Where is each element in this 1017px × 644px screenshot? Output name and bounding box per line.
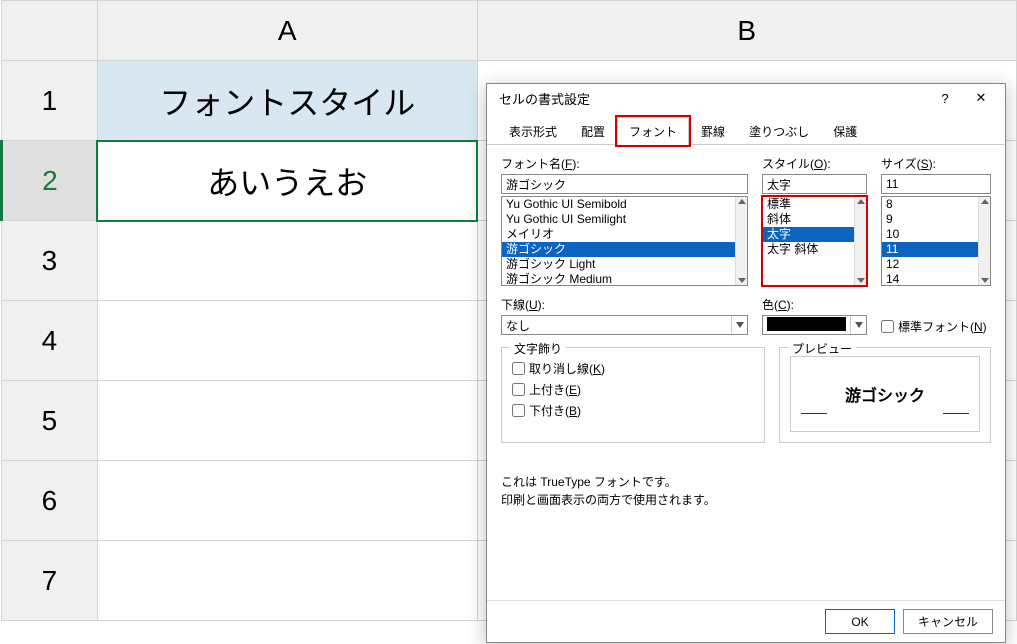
list-item[interactable]: 8: [882, 197, 990, 212]
list-item[interactable]: 9: [882, 212, 990, 227]
preview-group: プレビュー 游ゴシック: [779, 347, 991, 443]
cell-a2[interactable]: あいうえお: [97, 141, 477, 221]
tab-alignment[interactable]: 配置: [569, 117, 617, 145]
tab-protection[interactable]: 保護: [821, 117, 869, 145]
list-item[interactable]: Yu Gothic UI Semilight: [502, 212, 747, 227]
ok-button[interactable]: OK: [825, 609, 895, 634]
help-icon[interactable]: ?: [927, 91, 963, 106]
row-header-4[interactable]: 4: [2, 301, 98, 381]
font-size-label: サイズ(S):: [881, 155, 991, 172]
dialog-titlebar[interactable]: セルの書式設定 ? ✕: [487, 84, 1005, 112]
cell-a5[interactable]: [97, 381, 477, 461]
font-style-input[interactable]: [762, 174, 867, 194]
select-all-corner[interactable]: [2, 1, 98, 61]
dialog-buttons: OK キャンセル: [487, 600, 1005, 642]
hint-line-1: これは TrueType フォントです。: [501, 473, 991, 491]
format-cells-dialog: セルの書式設定 ? ✕ 表示形式 配置 フォント 罫線 塗りつぶし 保護 フォン…: [486, 83, 1006, 643]
list-item[interactable]: 11: [882, 242, 990, 257]
superscript-input[interactable]: [512, 383, 525, 396]
normal-font-checkbox[interactable]: 標準フォント(N): [881, 318, 987, 335]
list-item[interactable]: メイリオ: [502, 227, 747, 242]
font-style-label: スタイル(O):: [762, 155, 867, 172]
list-item[interactable]: 12: [882, 257, 990, 272]
cell-a3[interactable]: [97, 221, 477, 301]
cell-a1[interactable]: フォントスタイル: [97, 61, 477, 141]
col-header-b[interactable]: B: [477, 1, 1016, 61]
tab-fill[interactable]: 塗りつぶし: [737, 117, 821, 145]
subscript-checkbox[interactable]: 下付き(B): [512, 402, 754, 419]
row-header-1[interactable]: 1: [2, 61, 98, 141]
font-name-list[interactable]: Yu Gothic UI Semibold Yu Gothic UI Semil…: [501, 196, 748, 286]
chevron-down-icon[interactable]: [850, 316, 866, 334]
row-header-7[interactable]: 7: [2, 541, 98, 621]
list-item[interactable]: 太字 斜体: [763, 242, 866, 257]
cell-a4[interactable]: [97, 301, 477, 381]
scrollbar[interactable]: [735, 197, 747, 285]
normal-font-input[interactable]: [881, 320, 894, 333]
tab-font[interactable]: フォント: [617, 117, 689, 145]
font-name-label: フォント名(F):: [501, 155, 748, 172]
font-size-input[interactable]: [881, 174, 991, 194]
strikethrough-label: 取り消し線(K): [529, 360, 605, 377]
underline-value: なし: [502, 317, 731, 334]
color-label: 色(C):: [762, 296, 867, 313]
list-item[interactable]: 游ゴシック: [502, 242, 747, 257]
strikethrough-checkbox[interactable]: 取り消し線(K): [512, 360, 754, 377]
underline-label: 下線(U):: [501, 296, 748, 313]
list-item[interactable]: 游ゴシック Light: [502, 257, 747, 272]
decoration-group: 文字飾り 取り消し線(K) 上付き(E) 下付き(B): [501, 347, 765, 443]
cell-a6[interactable]: [97, 461, 477, 541]
preview-sample: 游ゴシック: [845, 382, 925, 406]
superscript-checkbox[interactable]: 上付き(E): [512, 381, 754, 398]
list-item[interactable]: 斜体: [763, 212, 866, 227]
strikethrough-input[interactable]: [512, 362, 525, 375]
col-header-a[interactable]: A: [97, 1, 477, 61]
chevron-down-icon[interactable]: [731, 316, 747, 334]
font-size-list[interactable]: 8 9 10 11 12 14: [881, 196, 991, 286]
list-item[interactable]: 游ゴシック Medium: [502, 272, 747, 286]
font-style-list[interactable]: 標準 斜体 太字 太字 斜体: [762, 196, 867, 286]
preview-title: プレビュー: [788, 340, 856, 357]
list-item[interactable]: Yu Gothic UI Semibold: [502, 197, 747, 212]
normal-font-label: 標準フォント(N): [898, 318, 987, 335]
tab-number[interactable]: 表示形式: [497, 117, 569, 145]
underline-combo[interactable]: なし: [501, 315, 748, 335]
preview-box: 游ゴシック: [790, 356, 980, 432]
scrollbar[interactable]: [978, 197, 990, 285]
color-swatch: [767, 317, 846, 331]
subscript-input[interactable]: [512, 404, 525, 417]
list-item[interactable]: 太字: [763, 227, 866, 242]
scrollbar[interactable]: [854, 197, 866, 285]
row-header-6[interactable]: 6: [2, 461, 98, 541]
row-header-3[interactable]: 3: [2, 221, 98, 301]
subscript-label: 下付き(B): [529, 402, 581, 419]
tab-border[interactable]: 罫線: [689, 117, 737, 145]
superscript-label: 上付き(E): [529, 381, 581, 398]
list-item[interactable]: 10: [882, 227, 990, 242]
dialog-title: セルの書式設定: [499, 89, 590, 108]
decoration-title: 文字飾り: [510, 340, 566, 357]
close-icon[interactable]: ✕: [963, 90, 999, 106]
font-name-input[interactable]: [501, 174, 748, 194]
hint-line-2: 印刷と画面表示の両方で使用されます。: [501, 491, 991, 509]
cell-a7[interactable]: [97, 541, 477, 621]
dialog-tabs: 表示形式 配置 フォント 罫線 塗りつぶし 保護: [487, 112, 1005, 145]
list-item[interactable]: 標準: [763, 197, 866, 212]
hint-text: これは TrueType フォントです。 印刷と画面表示の両方で使用されます。: [501, 473, 991, 509]
row-header-2[interactable]: 2: [2, 141, 98, 221]
color-combo[interactable]: [762, 315, 867, 335]
list-item[interactable]: 14: [882, 272, 990, 286]
cancel-button[interactable]: キャンセル: [903, 609, 993, 634]
row-header-5[interactable]: 5: [2, 381, 98, 461]
